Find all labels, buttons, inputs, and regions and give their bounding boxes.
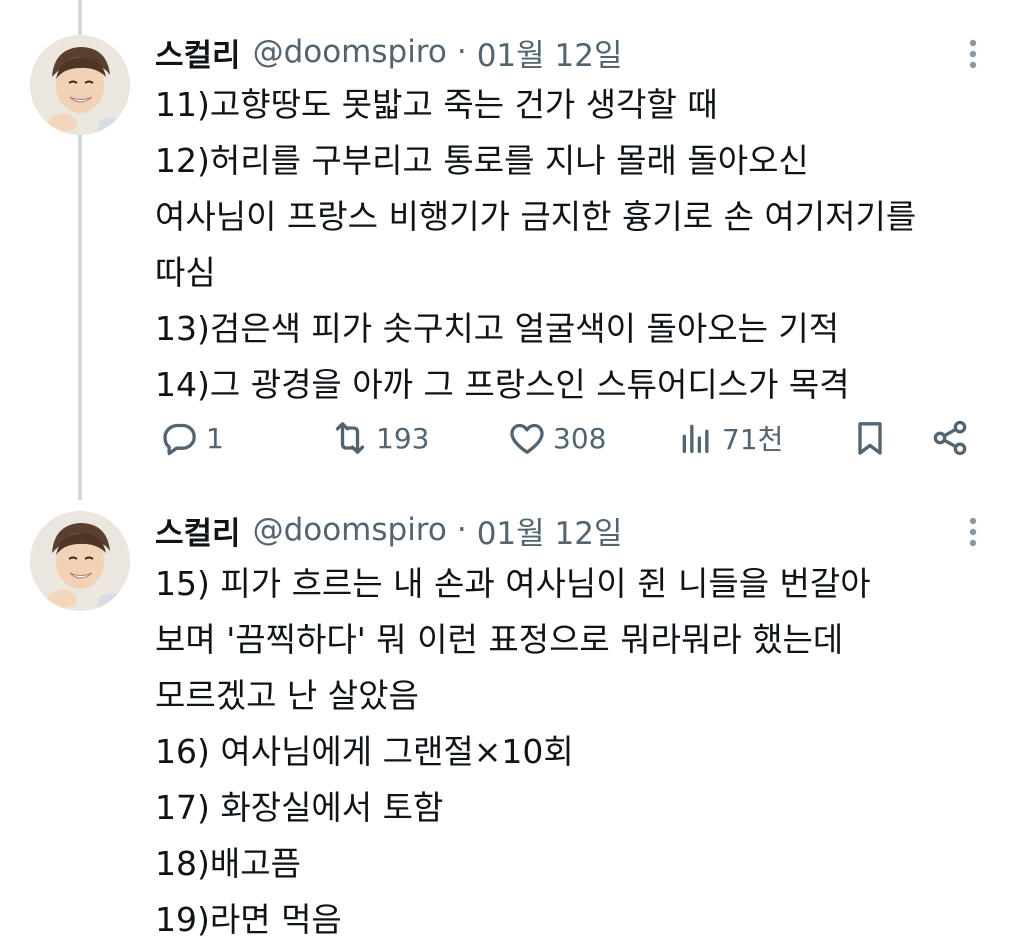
user-handle[interactable]: @doomspiro <box>253 34 447 70</box>
tweet-text-line: 11)고향땅도 못밟고 죽는 건가 생각할 때 <box>155 85 718 124</box>
retweet-button[interactable]: 193 <box>330 408 429 468</box>
like-count: 308 <box>553 421 607 455</box>
tweet-text-line: 18)배고픔 <box>155 844 301 883</box>
avatar[interactable] <box>30 35 130 135</box>
more-options-button[interactable] <box>958 512 988 552</box>
tweet-text-line: 보며 '끔찍하다' 뭐 이런 표정으로 뭐라뭐라 했는데 <box>155 620 844 659</box>
tweet-header: 스컬리 @doomspiro · 01월 12일 <box>155 508 623 552</box>
tweet-actions: 1 193 308 71천 <box>0 408 1024 468</box>
views-button[interactable]: 71천 <box>676 408 783 468</box>
bookmark-icon <box>858 422 882 455</box>
reply-button[interactable]: 1 <box>160 408 224 468</box>
tweet-text: 15) 피가 흐르는 내 손과 여사님이 쥔 니들을 번갈아 보며 '끔찍하다'… <box>155 556 871 948</box>
bookmark-button[interactable] <box>850 408 890 468</box>
reply-icon <box>163 423 196 456</box>
retweet-count: 193 <box>376 421 430 455</box>
tweet-text-line: 13)검은색 피가 솟구치고 얼굴색이 돌아오는 기적 <box>155 309 840 348</box>
bar-chart-icon <box>682 424 709 453</box>
profile-photo-icon <box>30 35 130 135</box>
profile-photo-icon <box>30 511 130 611</box>
more-options-button[interactable] <box>958 34 988 74</box>
display-name[interactable]: 스컬리 <box>155 508 241 553</box>
more-vertical-icon <box>969 39 977 69</box>
tweet[interactable]: 스컬리 @doomspiro · 01월 12일 15) 피가 흐르는 내 손과… <box>0 500 1024 939</box>
tweet-text-line: 12)허리를 구부리고 통로를 지나 몰래 돌아오신 <box>155 141 809 180</box>
tweet-text: 11)고향땅도 못밟고 죽는 건가 생각할 때 12)허리를 구부리고 통로를 … <box>155 77 916 413</box>
tweet-text-line: 16) 여사님에게 그랜절×10회 <box>155 732 574 771</box>
separator-dot: · <box>456 512 467 548</box>
avatar[interactable] <box>30 511 130 611</box>
reply-count: 1 <box>206 421 224 455</box>
tweet-text-line: 17) 화장실에서 토함 <box>155 788 444 827</box>
tweet-header: 스컬리 @doomspiro · 01월 12일 <box>155 30 623 74</box>
tweet[interactable]: 스컬리 @doomspiro · 01월 12일 11)고향땅도 못밟고 죽는 … <box>0 0 1024 500</box>
tweet-date[interactable]: 01월 12일 <box>477 508 623 553</box>
share-button[interactable] <box>930 408 970 468</box>
tweet-text-line: 15) 피가 흐르는 내 손과 여사님이 쥔 니들을 번갈아 <box>155 564 871 603</box>
tweet-text-line: 여사님이 프랑스 비행기가 금지한 흉기로 손 여기저기를 <box>155 197 917 236</box>
tweet-text-line: 14)그 광경을 아까 그 프랑스인 스튜어디스가 목격 <box>155 365 850 404</box>
more-vertical-icon <box>969 517 977 547</box>
separator-dot: · <box>456 34 467 70</box>
tweet-text-line: 모르겠고 난 살았음 <box>155 676 419 715</box>
retweet-icon <box>335 422 365 454</box>
like-button[interactable]: 308 <box>507 408 606 468</box>
tweet-text-line: 19)라면 먹음 <box>155 900 342 939</box>
tweet-text-line: 따심 <box>155 253 216 292</box>
display-name[interactable]: 스컬리 <box>155 30 241 75</box>
share-icon <box>933 420 967 456</box>
user-handle[interactable]: @doomspiro <box>253 512 447 548</box>
heart-icon <box>510 423 544 454</box>
tweet-date[interactable]: 01월 12일 <box>477 30 623 75</box>
view-count: 71천 <box>722 423 784 456</box>
